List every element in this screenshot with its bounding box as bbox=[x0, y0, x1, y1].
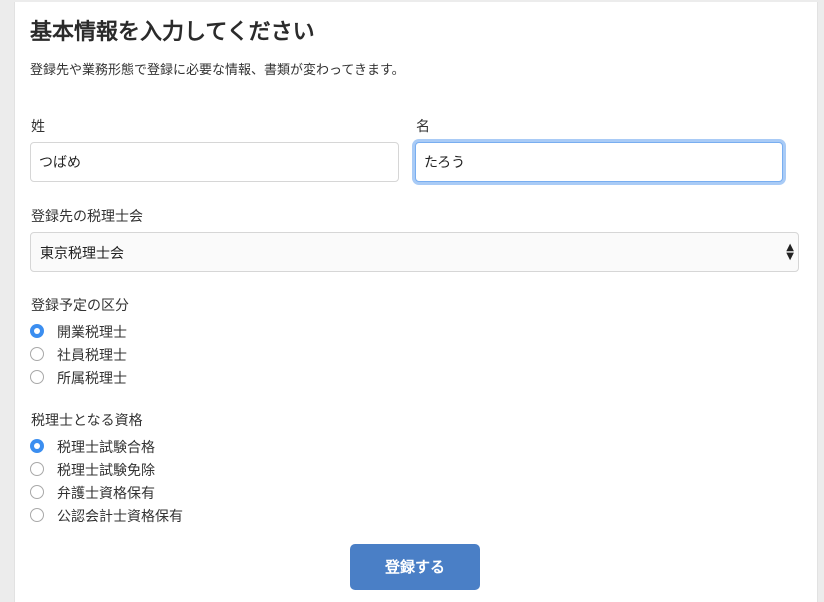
association-label: 登録先の税理士会 bbox=[31, 209, 143, 225]
association-select[interactable]: 東京税理士会 ▲ ▼ bbox=[30, 232, 799, 272]
radio-checked-icon[interactable] bbox=[30, 439, 44, 453]
category-option-label: 所属税理士 bbox=[57, 371, 127, 387]
qualification-label: 税理士となる資格 bbox=[31, 413, 143, 429]
radio-unchecked-icon[interactable] bbox=[30, 485, 44, 499]
select-arrows-icon: ▲ ▼ bbox=[786, 242, 794, 262]
register-button[interactable]: 登録する bbox=[350, 544, 480, 590]
page-description: 登録先や業務形態で登録に必要な情報、書類が変わってきます。 bbox=[30, 63, 405, 78]
first-name-input[interactable] bbox=[415, 142, 783, 182]
radio-unchecked-icon[interactable] bbox=[30, 462, 44, 476]
category-option-label: 開業税理士 bbox=[57, 325, 127, 341]
qualification-option-label: 弁護士資格保有 bbox=[57, 486, 155, 502]
qualification-option-label: 税理士試験免除 bbox=[57, 463, 155, 479]
association-selected-value: 東京税理士会 bbox=[40, 246, 124, 262]
radio-unchecked-icon[interactable] bbox=[30, 347, 44, 361]
last-name-input[interactable] bbox=[30, 142, 399, 182]
last-name-label: 姓 bbox=[31, 119, 45, 135]
radio-checked-icon[interactable] bbox=[30, 324, 44, 338]
radio-unchecked-icon[interactable] bbox=[30, 370, 44, 384]
page-title: 基本情報を入力してください bbox=[30, 20, 315, 45]
first-name-label: 名 bbox=[416, 119, 430, 135]
radio-unchecked-icon[interactable] bbox=[30, 508, 44, 522]
qualification-option-label: 公認会計士資格保有 bbox=[57, 509, 183, 525]
category-option-label: 社員税理士 bbox=[57, 348, 127, 364]
qualification-option-label: 税理士試験合格 bbox=[57, 440, 155, 456]
category-label: 登録予定の区分 bbox=[31, 298, 129, 314]
